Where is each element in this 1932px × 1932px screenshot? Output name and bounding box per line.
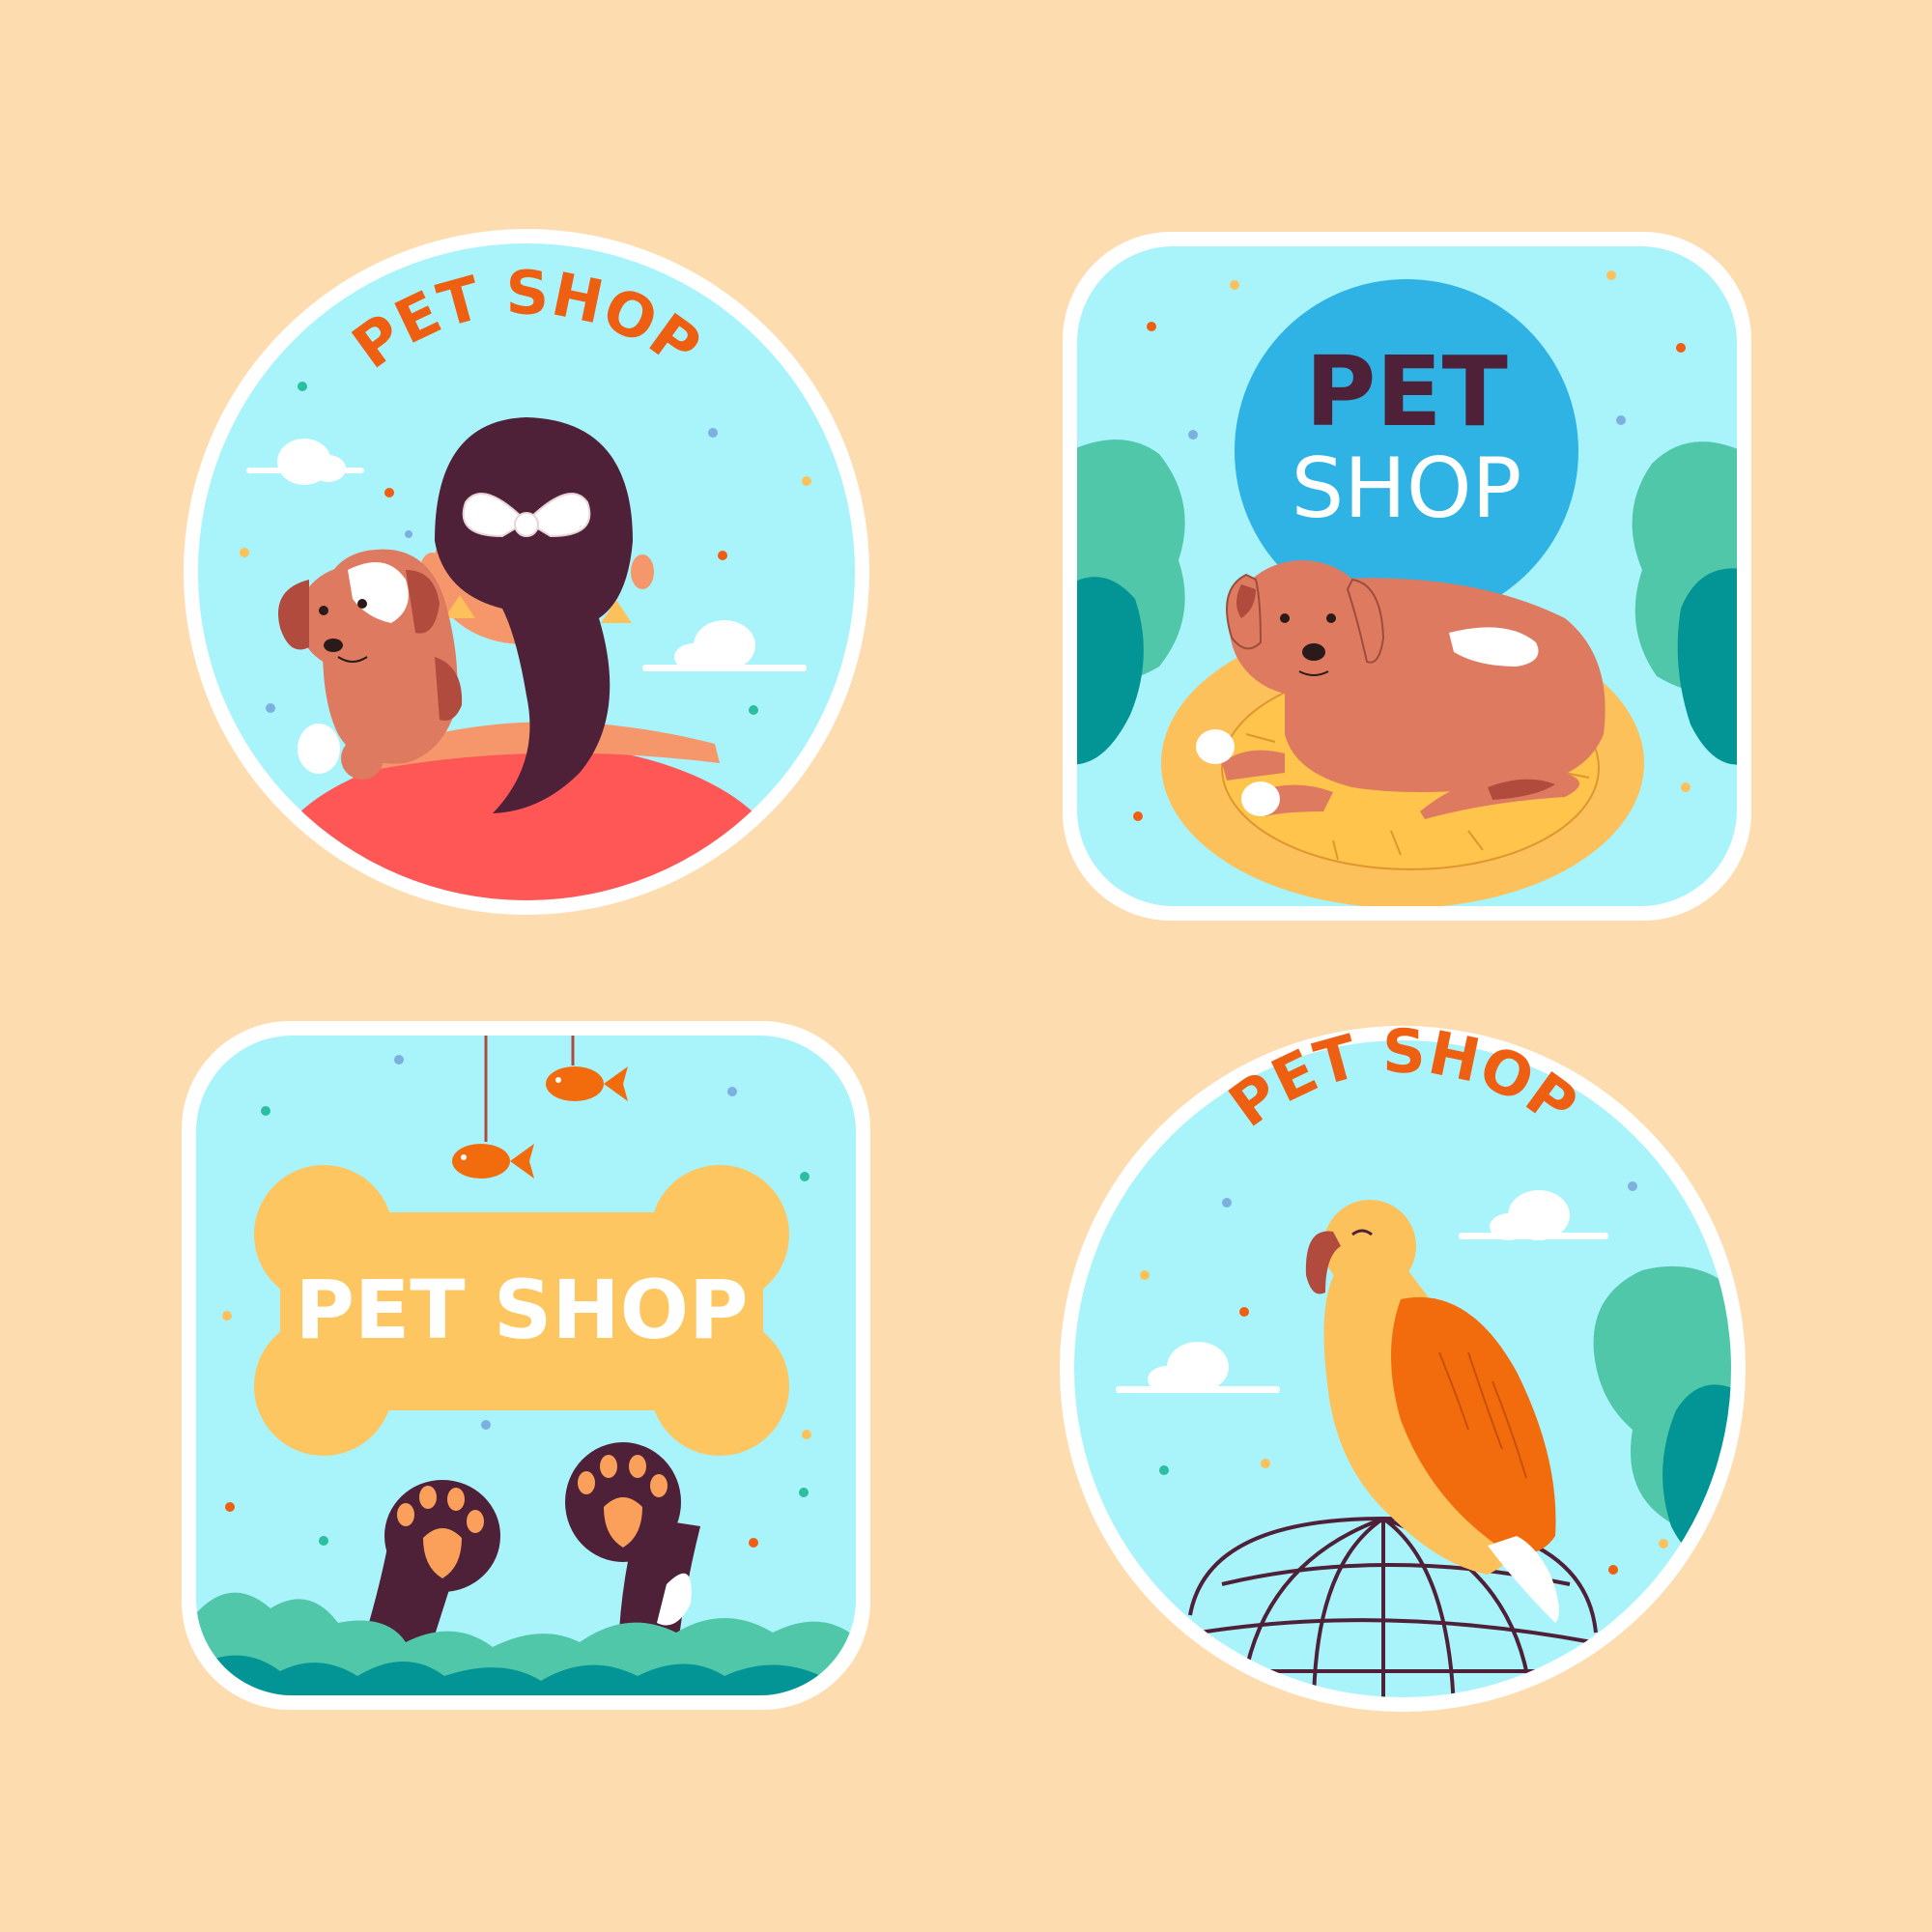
badge-title-line1: PET [1305,335,1508,448]
pet-shop-badges-canvas: PET SHOP PET SHOP PET SHOP PET SHOP [182,229,1751,1712]
badge-title: PET SHOP [295,1263,748,1357]
puppy-nose [324,639,343,652]
badge-parrot: PET SHOP [1060,1016,1746,1712]
dog-nose [1302,643,1325,661]
dog-paw [1196,729,1235,764]
badge-bone-paws: PET SHOP [182,1021,870,1710]
dog-paw [1241,781,1280,816]
puppy-paw [298,724,340,774]
badge-title-line2: SHOP [1292,440,1522,537]
badge-girl-puppy: PET SHOP [184,229,869,915]
badge-dog-bed: PET SHOP [1063,232,1751,921]
